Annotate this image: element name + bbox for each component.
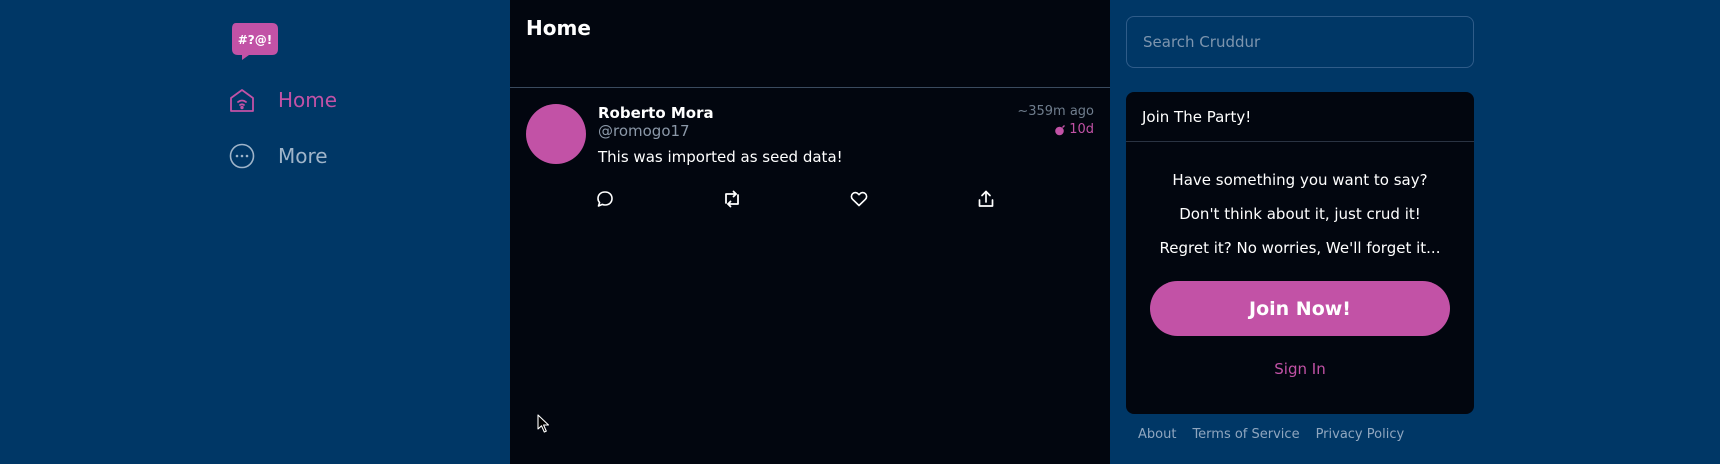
more-icon	[228, 142, 256, 170]
post-author-handle[interactable]: @romogo17	[598, 122, 690, 140]
nav-item-more[interactable]: More	[228, 142, 328, 170]
search-input[interactable]	[1126, 16, 1474, 68]
repost-icon[interactable]	[722, 189, 744, 211]
join-party-title: Join The Party!	[1126, 92, 1474, 142]
page-title: Home	[526, 16, 591, 40]
join-now-button[interactable]: Join Now!	[1150, 281, 1450, 336]
bomb-icon	[1055, 124, 1066, 135]
join-party-line-1: Have something you want to say?	[1172, 171, 1428, 189]
join-party-card: Join The Party! Have something you want …	[1126, 92, 1474, 414]
heart-icon[interactable]	[849, 189, 871, 211]
sign-in-link[interactable]: Sign In	[1126, 360, 1474, 378]
activity-item[interactable]: Roberto Mora @romogo17 ~359m ago 10d Thi…	[510, 88, 1110, 208]
post-expiry: 10d	[1054, 122, 1094, 137]
join-party-line-3: Regret it? No worries, We'll forget it..…	[1159, 239, 1441, 257]
post-expiry-label: 10d	[1069, 122, 1094, 137]
logo-text: #?@!	[238, 33, 273, 47]
home-icon	[228, 86, 256, 114]
post-author-name[interactable]: Roberto Mora	[598, 104, 714, 122]
logo-bubble-icon: #?@!	[232, 23, 278, 60]
nav-home-label: Home	[278, 88, 338, 112]
footer-links: About Terms of Service Privacy Policy	[1138, 427, 1404, 442]
footer-terms-link[interactable]: Terms of Service	[1192, 427, 1299, 442]
cruddur-logo[interactable]: #?@!	[230, 19, 280, 61]
footer-privacy-link[interactable]: Privacy Policy	[1316, 427, 1405, 442]
post-actions	[595, 189, 995, 211]
post-created-time: ~359m ago	[1017, 104, 1094, 119]
feed-header: Home	[510, 0, 1110, 88]
share-icon[interactable]	[976, 189, 998, 211]
nav-item-home[interactable]: Home	[228, 86, 337, 114]
feed-panel: Home Roberto Mora @romogo17 ~359m ago 10…	[510, 0, 1110, 464]
avatar[interactable]	[526, 104, 586, 164]
join-party-line-2: Don't think about it, just crud it!	[1179, 205, 1421, 223]
post-message: This was imported as seed data!	[598, 148, 843, 166]
nav-more-label: More	[278, 144, 328, 168]
footer-about-link[interactable]: About	[1138, 427, 1176, 442]
mouse-cursor-icon	[537, 414, 550, 433]
reply-icon[interactable]	[595, 189, 617, 211]
